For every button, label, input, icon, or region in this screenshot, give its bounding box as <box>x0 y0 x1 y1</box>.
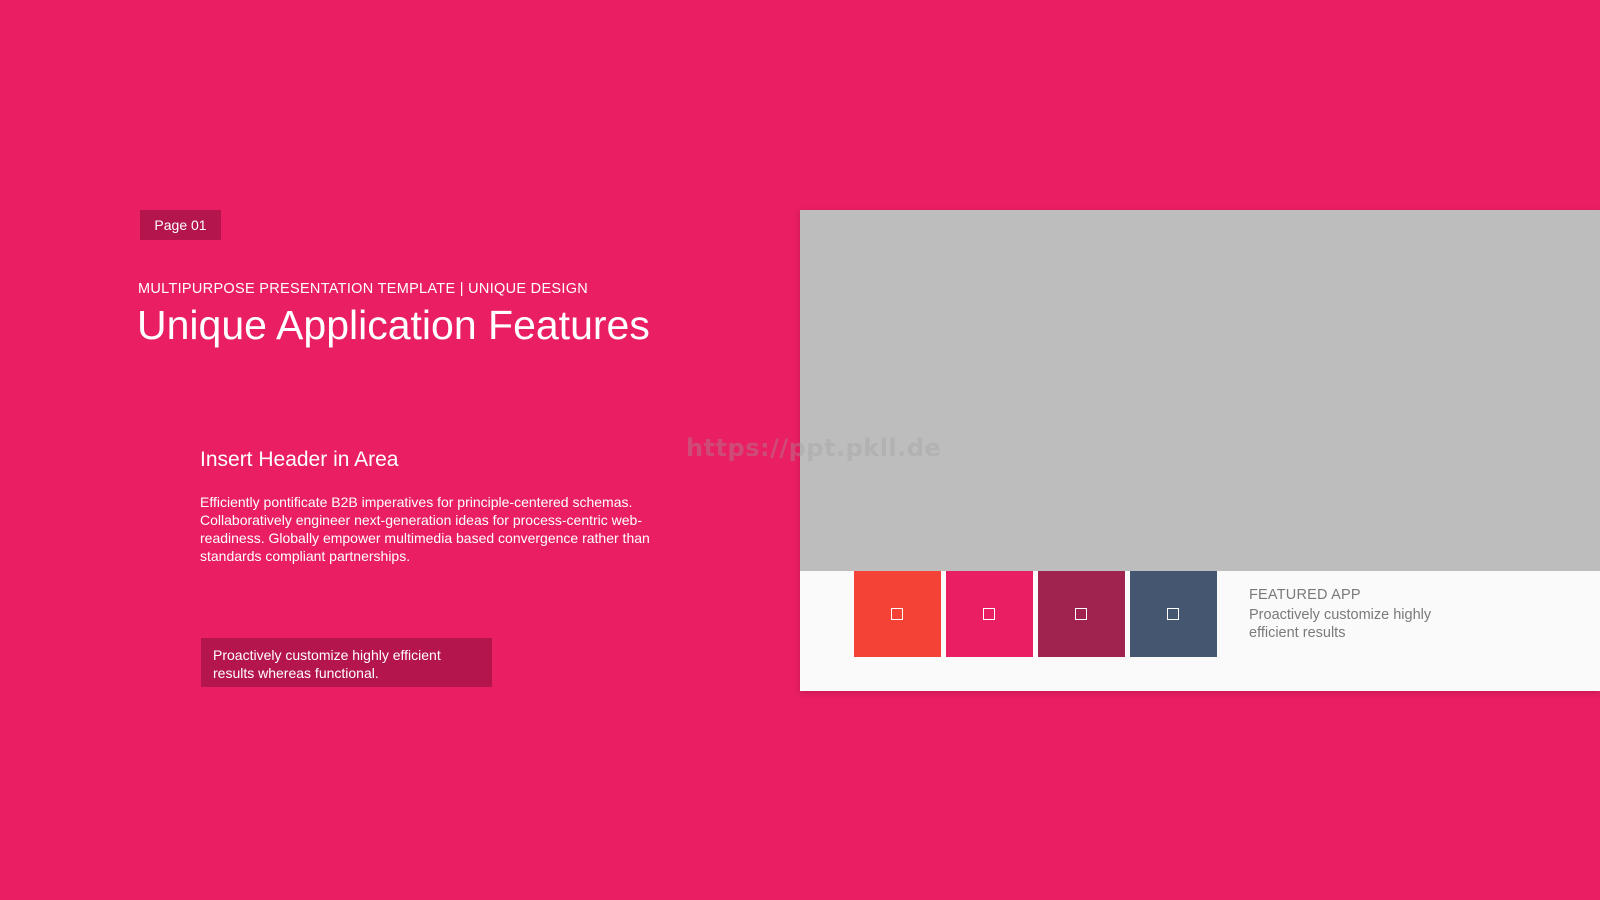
square-outline-icon <box>1167 608 1179 620</box>
slide: Page 01 MULTIPURPOSE PRESENTATION TEMPLA… <box>0 0 1600 900</box>
image-placeholder <box>800 210 1600 571</box>
color-swatch-1[interactable] <box>854 571 941 657</box>
section-heading: Insert Header in Area <box>200 448 399 471</box>
page-subtitle: MULTIPURPOSE PRESENTATION TEMPLATE | UNI… <box>138 281 589 297</box>
square-outline-icon <box>891 608 903 620</box>
square-outline-icon <box>1075 608 1087 620</box>
featured-label: FEATURED APP <box>1249 587 1361 603</box>
page-title: Unique Application Features <box>137 302 650 348</box>
featured-description: Proactively customize highly efficient r… <box>1249 607 1432 641</box>
color-swatch-4[interactable] <box>1130 571 1217 657</box>
square-outline-icon <box>983 608 995 620</box>
color-swatch-2[interactable] <box>946 571 1033 657</box>
color-swatch-3[interactable] <box>1038 571 1125 657</box>
callout-box: Proactively customize highly efficient r… <box>201 638 492 687</box>
page-badge: Page 01 <box>140 210 221 240</box>
callout-text: Proactively customize highly efficient r… <box>213 647 441 681</box>
section-body: Efficiently pontificate B2B imperatives … <box>200 494 650 564</box>
watermark-text: https://ppt.pkll.de <box>686 434 942 462</box>
